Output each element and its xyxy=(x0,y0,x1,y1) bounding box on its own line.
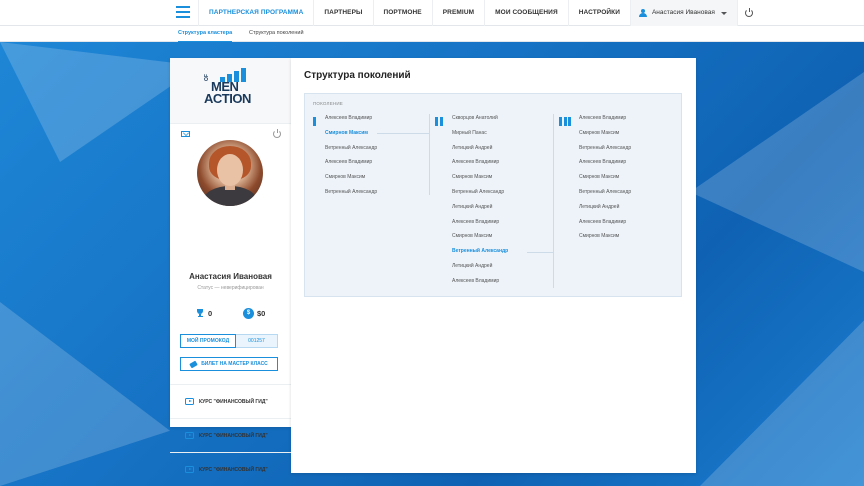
chevron-down-icon xyxy=(720,11,727,15)
member-item[interactable]: Ветренный Александр xyxy=(579,144,631,159)
main-nav: ПАРТНЕРСКАЯ ПРОГРАММА ПАРТНЕРЫ ПОРТМОНЕ … xyxy=(198,0,761,26)
user-icon xyxy=(638,9,647,17)
tab-generation-structure[interactable]: Структура поколений xyxy=(249,26,304,42)
member-item[interactable]: Смирнов Максим xyxy=(325,173,377,188)
generation-label: ПОКОЛЕНИЕ xyxy=(313,101,343,106)
trophy-count: 0 xyxy=(208,309,213,318)
page-title: Структура поколений xyxy=(304,70,411,81)
logout-button[interactable] xyxy=(736,0,761,26)
course-item[interactable]: КУРС "ФИНАНСОВЫЙ ГИД" xyxy=(170,452,291,486)
course-label: КУРС "ФИНАНСОВЫЙ ГИД" xyxy=(199,466,268,473)
member-item[interactable]: Летицкий Андрей xyxy=(452,144,508,159)
ticket-button-label: БИЛЕТ НА МАСТЕР КЛАСС xyxy=(201,361,268,367)
member-item[interactable]: Алексеев Владимир xyxy=(452,277,508,292)
member-item[interactable]: Смирнов Максим xyxy=(325,129,377,144)
ticket-icon xyxy=(189,360,198,368)
course-item[interactable]: КУРС "ФИНАНСОВЫЙ ГИД" xyxy=(170,418,291,452)
promo-code-field[interactable]: МОЙ ПРОМОКОД 001257 xyxy=(180,334,278,348)
profile-sidebar: OF MEN ACTION Анастасия Ивановая Статус … xyxy=(170,58,291,473)
member-item[interactable]: Алексеев Владимир xyxy=(452,218,508,233)
member-item[interactable]: Алексеев Владимир xyxy=(325,114,377,129)
tab-cluster-structure[interactable]: Структура кластера xyxy=(178,26,233,42)
course-item[interactable]: КУРС "ФИНАНСОВЫЙ ГИД" xyxy=(170,384,291,418)
member-item[interactable]: Алексеев Владимир xyxy=(579,158,631,173)
column-divider xyxy=(429,114,430,195)
member-item[interactable]: Летицкий Андрей xyxy=(452,262,508,277)
logo-area: OF MEN ACTION xyxy=(170,58,291,124)
user-menu-name: Анастасия Ивановая xyxy=(651,9,715,16)
play-icon xyxy=(185,398,194,405)
member-item[interactable]: Летицкий Андрей xyxy=(452,203,508,218)
member-item[interactable]: Ветренный Александр xyxy=(452,188,508,203)
course-list: КУРС "ФИНАНСОВЫЙ ГИД" КУРС "ФИНАНСОВЫЙ Г… xyxy=(170,384,291,486)
avatar xyxy=(197,140,263,206)
member-item[interactable]: Ветренный Александр xyxy=(452,247,508,262)
member-item[interactable]: Алексеев Владимир xyxy=(325,158,377,173)
play-icon xyxy=(185,466,194,473)
main-panel: Структура поколений ПОКОЛЕНИЕ Алексеев В… xyxy=(291,58,696,473)
trophy-icon xyxy=(196,309,204,318)
promo-code-label: МОЙ ПРОМОКОД xyxy=(180,334,236,348)
member-item[interactable]: Скворцов Анатолий xyxy=(452,114,508,129)
member-item[interactable]: Смирнов Максим xyxy=(452,173,508,188)
master-class-ticket-button[interactable]: БИЛЕТ НА МАСТЕР КЛАСС xyxy=(180,357,278,371)
logo-action: ACTION xyxy=(204,91,251,106)
member-item[interactable]: Смирнов Максим xyxy=(579,232,631,247)
background-shape xyxy=(690,72,864,272)
profile-stats: 0 $ $0 xyxy=(170,308,291,320)
profile-status: Статус — неверифицирован xyxy=(197,285,264,291)
member-item[interactable]: Мирный Панас xyxy=(452,129,508,144)
member-item[interactable]: Алексеев Владимир xyxy=(452,158,508,173)
nav-item-premium[interactable]: PREMIUM xyxy=(431,0,484,26)
balance-value: $0 xyxy=(257,309,266,318)
play-icon xyxy=(185,432,194,439)
generation-marker-2 xyxy=(435,117,443,126)
coin-icon: $ xyxy=(243,308,254,319)
power-icon[interactable] xyxy=(273,129,281,138)
logo-of: OF xyxy=(204,74,210,81)
tree-connector xyxy=(527,252,553,253)
member-item[interactable]: Смирнов Максим xyxy=(452,232,508,247)
generation-marker-3 xyxy=(559,117,571,126)
nav-item-settings[interactable]: НАСТРОЙКИ xyxy=(567,0,630,26)
nav-item-partner-program[interactable]: ПАРТНЕРСКАЯ ПРОГРАММА xyxy=(198,0,313,26)
tree-connector xyxy=(377,133,429,134)
nav-item-partners[interactable]: ПАРТНЕРЫ xyxy=(313,0,372,26)
mail-icon[interactable] xyxy=(181,131,190,137)
member-item[interactable]: Алексеев Владимир xyxy=(579,114,631,129)
member-item[interactable]: Ветренный Александр xyxy=(325,144,377,159)
hamburger-icon[interactable] xyxy=(176,6,190,18)
member-item[interactable]: Смирнов Максим xyxy=(579,129,631,144)
column-divider xyxy=(553,114,554,288)
profile-name: Анастасия Ивановая xyxy=(189,272,272,281)
member-item[interactable]: Летицкий Андрей xyxy=(579,203,631,218)
member-item[interactable]: Алексеев Владимир xyxy=(579,218,631,233)
user-menu-dropdown[interactable]: Анастасия Ивановая xyxy=(629,0,737,26)
nav-item-messages[interactable]: МОИ СООБЩЕНИЯ xyxy=(484,0,568,26)
promo-code-value: 001257 xyxy=(236,334,278,348)
power-icon xyxy=(745,8,754,17)
men-of-action-logo: OF MEN ACTION xyxy=(204,68,264,112)
course-label: КУРС "ФИНАНСОВЫЙ ГИД" xyxy=(199,432,268,439)
course-label: КУРС "ФИНАНСОВЫЙ ГИД" xyxy=(199,398,268,405)
sub-navbar: Структура кластера Структура поколений xyxy=(0,26,864,42)
generation-tree: ПОКОЛЕНИЕ Алексеев Владимир Смирнов Макс… xyxy=(304,93,682,297)
nav-item-wallet[interactable]: ПОРТМОНЕ xyxy=(372,0,432,26)
generation-marker-1 xyxy=(313,117,316,126)
background-shape xyxy=(0,302,170,486)
background-shape xyxy=(700,320,864,486)
member-item[interactable]: Ветренный Александр xyxy=(579,188,631,203)
top-navbar: ПАРТНЕРСКАЯ ПРОГРАММА ПАРТНЕРЫ ПОРТМОНЕ … xyxy=(0,0,864,26)
member-item[interactable]: Смирнов Максим xyxy=(579,173,631,188)
member-item[interactable]: Ветренный Александр xyxy=(325,188,377,203)
